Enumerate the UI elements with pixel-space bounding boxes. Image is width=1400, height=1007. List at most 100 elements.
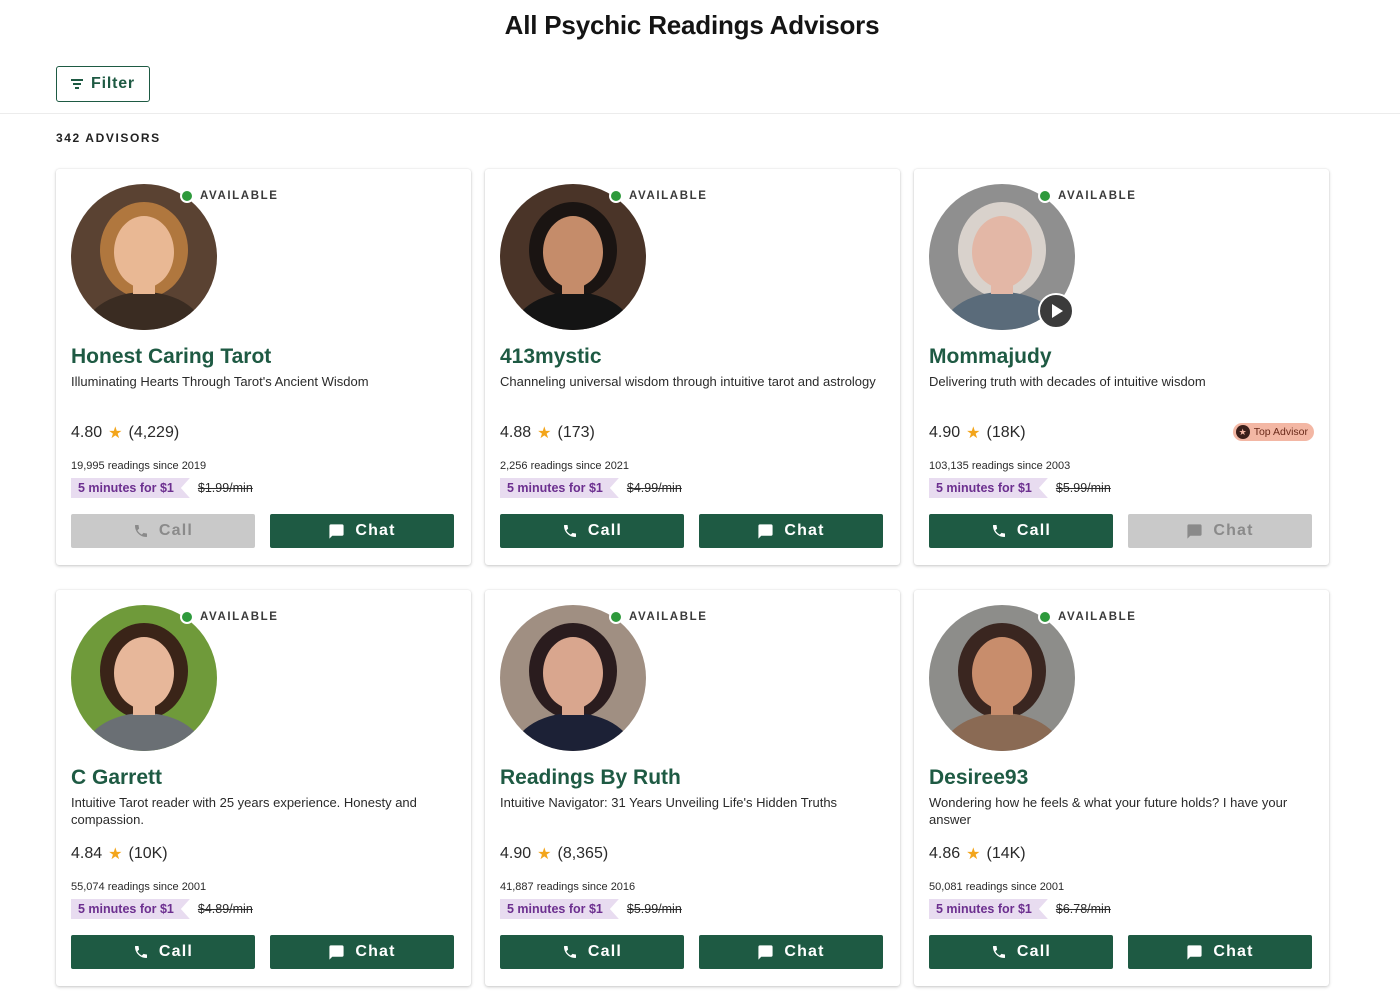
availability-status: AVAILABLE <box>609 189 708 203</box>
advisor-card[interactable]: AVAILABLE Desiree93 Wondering how he fee… <box>914 590 1329 986</box>
advisor-card[interactable]: AVAILABLE Readings By Ruth Intuitive Nav… <box>485 590 900 986</box>
star-icon: ★ <box>537 846 552 863</box>
top-advisor-badge: ★ Top Advisor <box>1232 423 1314 441</box>
rating-value: 4.88 <box>500 424 532 441</box>
pricing: 5 minutes for $1 $1.99/min <box>71 478 253 498</box>
chat-button[interactable]: Chat <box>1128 514 1312 548</box>
avatar[interactable] <box>500 605 646 751</box>
avatar[interactable] <box>929 605 1075 751</box>
available-dot-icon <box>1038 610 1052 624</box>
promo-badge: 5 minutes for $1 <box>71 478 190 498</box>
top-advisor-icon: ★ <box>1235 425 1250 439</box>
star-icon: ★ <box>108 425 123 442</box>
avatar-portrait <box>71 605 217 751</box>
rating: 4.90 ★ (18K) <box>929 423 1026 443</box>
star-icon: ★ <box>108 846 123 863</box>
availability-status: AVAILABLE <box>180 610 279 624</box>
pricing: 5 minutes for $1 $5.99/min <box>500 899 682 919</box>
availability-status: AVAILABLE <box>1038 610 1137 624</box>
chat-bubble-icon <box>329 944 344 960</box>
phone-icon <box>992 946 1005 958</box>
call-button[interactable]: Call <box>500 514 684 548</box>
advisor-card[interactable]: AVAILABLE C Garrett Intuitive Tarot read… <box>56 590 471 986</box>
availability-status: AVAILABLE <box>609 610 708 624</box>
advisor-card[interactable]: AVAILABLE Honest Caring Tarot Illuminati… <box>56 169 471 565</box>
availability-status: AVAILABLE <box>180 189 279 203</box>
avatar-portrait <box>71 184 217 330</box>
chat-bubble-icon <box>329 523 344 539</box>
promo-badge: 5 minutes for $1 <box>929 899 1048 919</box>
avatar[interactable] <box>71 605 217 751</box>
availability-label: AVAILABLE <box>200 190 279 202</box>
advisor-name[interactable]: Readings By Ruth <box>500 766 681 790</box>
filter-button[interactable]: Filter <box>56 66 150 102</box>
regular-price: $6.78/min <box>1055 902 1111 916</box>
available-dot-icon <box>609 610 623 624</box>
call-button[interactable]: Call <box>929 935 1113 969</box>
call-button[interactable]: Call <box>71 935 255 969</box>
availability-label: AVAILABLE <box>1058 190 1137 202</box>
available-dot-icon <box>609 189 623 203</box>
review-count: (4,229) <box>128 424 180 441</box>
call-label: Call <box>1016 943 1052 960</box>
call-label: Call <box>1016 522 1052 539</box>
advisor-name[interactable]: 413mystic <box>500 345 602 369</box>
chat-button[interactable]: Chat <box>699 935 883 969</box>
phone-icon <box>134 946 147 958</box>
avatar-portrait <box>500 184 646 330</box>
promo-badge: 5 minutes for $1 <box>929 478 1048 498</box>
review-count: (10K) <box>128 845 168 862</box>
advisor-name[interactable]: Desiree93 <box>929 766 1028 790</box>
chat-label: Chat <box>784 943 825 960</box>
availability-status: AVAILABLE <box>1038 189 1137 203</box>
review-count: (14K) <box>986 845 1026 862</box>
call-button[interactable]: Call <box>500 935 684 969</box>
rating: 4.88 ★ (173) <box>500 423 595 443</box>
advisor-name[interactable]: Honest Caring Tarot <box>71 345 271 369</box>
chat-label: Chat <box>1213 522 1254 539</box>
advisor-grid: AVAILABLE Honest Caring Tarot Illuminati… <box>56 169 1329 986</box>
promo-badge: 5 minutes for $1 <box>500 478 619 498</box>
play-video-icon[interactable] <box>1038 293 1074 329</box>
rating-value: 4.80 <box>71 424 103 441</box>
filter-label: Filter <box>91 75 135 92</box>
chat-button[interactable]: Chat <box>699 514 883 548</box>
avatar[interactable] <box>500 184 646 330</box>
chat-label: Chat <box>784 522 825 539</box>
rating: 4.86 ★ (14K) <box>929 844 1026 864</box>
readings-count: 2,256 readings since 2021 <box>500 460 630 472</box>
rating: 4.80 ★ (4,229) <box>71 423 179 443</box>
advisor-tagline: Illuminating Hearts Through Tarot's Anci… <box>71 374 369 389</box>
rating-value: 4.86 <box>929 845 961 862</box>
pricing: 5 minutes for $1 $4.99/min <box>500 478 682 498</box>
available-dot-icon <box>180 189 194 203</box>
chat-label: Chat <box>1213 943 1254 960</box>
available-dot-icon <box>1038 189 1052 203</box>
chat-button[interactable]: Chat <box>270 935 454 969</box>
star-icon: ★ <box>537 425 552 442</box>
advisor-card[interactable]: AVAILABLE Mommajudy Delivering truth wit… <box>914 169 1329 565</box>
chat-button[interactable]: Chat <box>1128 935 1312 969</box>
rating-value: 4.90 <box>929 424 961 441</box>
chat-button[interactable]: Chat <box>270 514 454 548</box>
avatar[interactable] <box>71 184 217 330</box>
regular-price: $4.89/min <box>197 902 253 916</box>
phone-icon <box>563 946 576 958</box>
advisor-count: 342 ADVISORS <box>56 131 161 145</box>
chat-bubble-icon <box>1187 944 1202 960</box>
advisor-card[interactable]: AVAILABLE 413mystic Channeling universal… <box>485 169 900 565</box>
advisor-tagline: Delivering truth with decades of intuiti… <box>929 374 1206 389</box>
advisor-name[interactable]: Mommajudy <box>929 345 1052 369</box>
review-count: (18K) <box>986 424 1026 441</box>
readings-count: 41,887 readings since 2016 <box>500 881 636 893</box>
promo-badge: 5 minutes for $1 <box>71 899 190 919</box>
advisor-name[interactable]: C Garrett <box>71 766 162 790</box>
availability-label: AVAILABLE <box>629 611 708 623</box>
availability-label: AVAILABLE <box>1058 611 1137 623</box>
call-button[interactable]: Call <box>929 514 1113 548</box>
advisor-tagline: Channeling universal wisdom through intu… <box>500 374 876 389</box>
call-button[interactable]: Call <box>71 514 255 548</box>
page-header: All Psychic Readings Advisors Filter <box>0 0 1400 114</box>
phone-icon <box>134 525 147 537</box>
chat-bubble-icon <box>758 523 773 539</box>
